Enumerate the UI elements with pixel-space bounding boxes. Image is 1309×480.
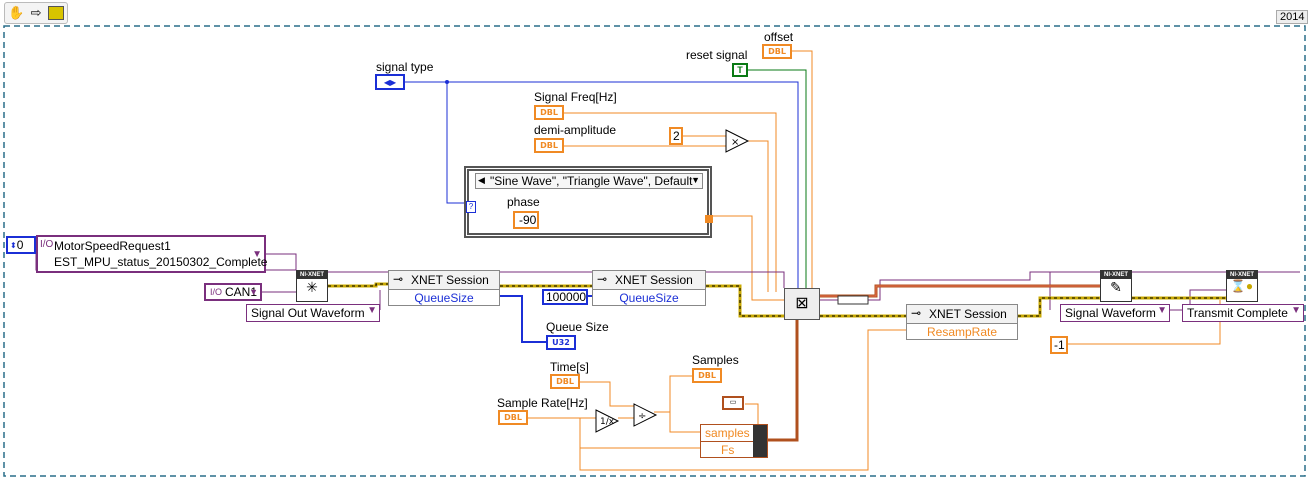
time-terminal[interactable]: DBL bbox=[550, 374, 580, 389]
property-node-3[interactable]: ⊸ XNET Session ResampRate bbox=[906, 304, 1018, 340]
waveform-cluster-constant[interactable]: ▭ bbox=[722, 396, 744, 410]
increment-icon: ⬍ bbox=[10, 240, 17, 250]
offset-wire bbox=[792, 50, 813, 292]
property-node-2-property[interactable]: QueueSize bbox=[593, 290, 705, 306]
signal-type-enum-terminal[interactable]: ◀▶ bbox=[375, 74, 405, 90]
ring-dropdown-icon-2[interactable]: ▼ bbox=[1157, 305, 1167, 316]
queue-size-label: Queue Size bbox=[546, 320, 609, 334]
bundle-by-name-node[interactable]: samples Fs bbox=[700, 424, 768, 458]
sample-rate-terminal[interactable]: DBL bbox=[498, 410, 528, 425]
frame-dropdown-icon[interactable]: ▼ bbox=[252, 249, 262, 260]
queue-size-constant[interactable]: 100000 bbox=[542, 289, 588, 305]
run-icon[interactable] bbox=[47, 6, 64, 20]
case-dropdown-icon[interactable]: ▼ bbox=[691, 175, 700, 185]
hand-icon[interactable]: ✋ bbox=[8, 5, 24, 21]
property-node-1-property[interactable]: QueueSize bbox=[389, 290, 499, 306]
frame-list-constant[interactable]: I/O MotorSpeedRequest1 EST_MPU_status_20… bbox=[36, 235, 268, 273]
phase-constant[interactable]: -90 bbox=[513, 211, 539, 229]
case-selector-terminal: ? bbox=[466, 201, 476, 213]
case-output-tunnel bbox=[705, 215, 713, 223]
bundle-arrows bbox=[753, 425, 767, 457]
samples-indicator[interactable]: DBL bbox=[692, 368, 722, 383]
ring-dropdown-icon-3[interactable]: ▼ bbox=[1291, 305, 1301, 316]
property-node-1-header: ⊸ XNET Session bbox=[389, 271, 499, 290]
basic-function-generator[interactable]: ⊠ bbox=[784, 288, 820, 320]
case-selector[interactable]: "Sine Wave", "Triangle Wave", Default ◀ … bbox=[475, 173, 703, 189]
signal-out-waveform-ring[interactable]: Signal Out Waveform ▼ bbox=[246, 304, 380, 322]
time-label: Time[s] bbox=[550, 360, 589, 374]
reset-signal-label: reset signal bbox=[686, 48, 748, 62]
version-label: 2014 bbox=[1276, 10, 1309, 24]
property-node-3-property[interactable]: ResampRate bbox=[907, 324, 1017, 340]
signal-freq-label: Signal Freq[Hz] bbox=[534, 90, 617, 104]
frame-name-1: MotorSpeedRequest1 bbox=[54, 239, 171, 253]
frame-name-2: EST_MPU_status_20150302_Complete bbox=[54, 255, 268, 269]
session-ref-icon: ⊸ bbox=[393, 272, 404, 286]
signal-type-label: signal type bbox=[376, 60, 434, 74]
offset-terminal[interactable]: DBL bbox=[762, 44, 792, 59]
two-constant[interactable]: 2 bbox=[669, 127, 683, 145]
property-node-2[interactable]: ⊸ XNET Session QueueSize bbox=[592, 270, 706, 306]
offset-label: offset bbox=[764, 30, 794, 44]
reset-signal-terminal[interactable]: T bbox=[732, 63, 748, 77]
property-node-1-title: XNET Session bbox=[411, 273, 489, 287]
index-constant[interactable]: ⬍ 0 bbox=[6, 236, 36, 254]
queue-size-indicator[interactable]: U32 bbox=[546, 335, 576, 350]
ring-dropdown-icon[interactable]: ▼ bbox=[367, 305, 377, 316]
signal-waveform-ring[interactable]: Signal Waveform ▼ bbox=[1060, 304, 1170, 322]
waveform-wire bbox=[768, 320, 799, 442]
case-structure[interactable]: "Sine Wave", "Triangle Wave", Default ◀ … bbox=[464, 166, 713, 238]
svg-text:×: × bbox=[731, 137, 739, 148]
toolbar: ✋ ⇨ bbox=[4, 2, 68, 24]
interface-io-icon: I/O bbox=[210, 287, 223, 297]
waveform-build-node[interactable] bbox=[837, 295, 869, 305]
signal-freq-terminal[interactable]: DBL bbox=[534, 105, 564, 120]
nixnet-band-write: NI-XNET bbox=[1101, 271, 1131, 279]
xnet-write-vi[interactable]: NI-XNET ✎ bbox=[1100, 270, 1132, 302]
signal-out-waveform-label: Signal Out Waveform bbox=[251, 306, 365, 320]
nixnet-band-wait: NI-XNET bbox=[1227, 271, 1257, 279]
warning-icon: ● bbox=[1245, 279, 1254, 293]
phase-label: phase bbox=[507, 195, 540, 209]
arrow-right-icon[interactable]: ⇨ bbox=[31, 5, 42, 21]
session-ref-icon-2: ⊸ bbox=[597, 272, 608, 286]
signal-waveform-label: Signal Waveform bbox=[1065, 306, 1156, 320]
waveform-icon: ⊠ bbox=[795, 295, 809, 312]
samples-label: Samples bbox=[692, 353, 739, 367]
interface-constant[interactable]: I/O CAN1 ▼ bbox=[204, 283, 262, 301]
property-node-2-title: XNET Session bbox=[615, 273, 693, 287]
property-node-3-title: XNET Session bbox=[929, 307, 1007, 321]
case-prev-icon[interactable]: ◀ bbox=[478, 175, 485, 186]
minus-one-constant[interactable]: -1 bbox=[1050, 336, 1068, 354]
xnet-wait-vi[interactable]: NI-XNET ⌛● bbox=[1226, 270, 1258, 302]
interface-dropdown-icon[interactable]: ▼ bbox=[249, 287, 258, 297]
io-icon: I/O bbox=[40, 239, 54, 250]
transmit-complete-ring[interactable]: Transmit Complete ▼ bbox=[1182, 304, 1304, 322]
session-ref-icon-3: ⊸ bbox=[911, 306, 922, 320]
create-session-icon: ✳ bbox=[306, 279, 318, 295]
sample-rate-label: Sample Rate[Hz] bbox=[497, 396, 588, 410]
index-constant-value: 0 bbox=[16, 238, 24, 252]
property-node-3-header: ⊸ XNET Session bbox=[907, 305, 1017, 324]
hourglass-icon: ⌛● bbox=[1230, 279, 1254, 293]
xnet-create-session-vi[interactable]: NI-XNET ✳ bbox=[296, 270, 328, 302]
svg-text:1/x: 1/x bbox=[600, 417, 615, 427]
demi-amplitude-terminal[interactable]: DBL bbox=[534, 138, 564, 153]
property-node-2-header: ⊸ XNET Session bbox=[593, 271, 705, 290]
demi-amplitude-label: demi-amplitude bbox=[534, 123, 617, 137]
transmit-complete-label: Transmit Complete bbox=[1187, 306, 1288, 320]
pencil-icon: ✎ bbox=[1110, 279, 1122, 295]
property-node-1[interactable]: ⊸ XNET Session QueueSize bbox=[388, 270, 500, 306]
svg-text:÷: ÷ bbox=[638, 411, 646, 422]
case-selector-label: "Sine Wave", "Triangle Wave", Default bbox=[490, 174, 693, 188]
nixnet-band: NI-XNET bbox=[297, 271, 327, 279]
